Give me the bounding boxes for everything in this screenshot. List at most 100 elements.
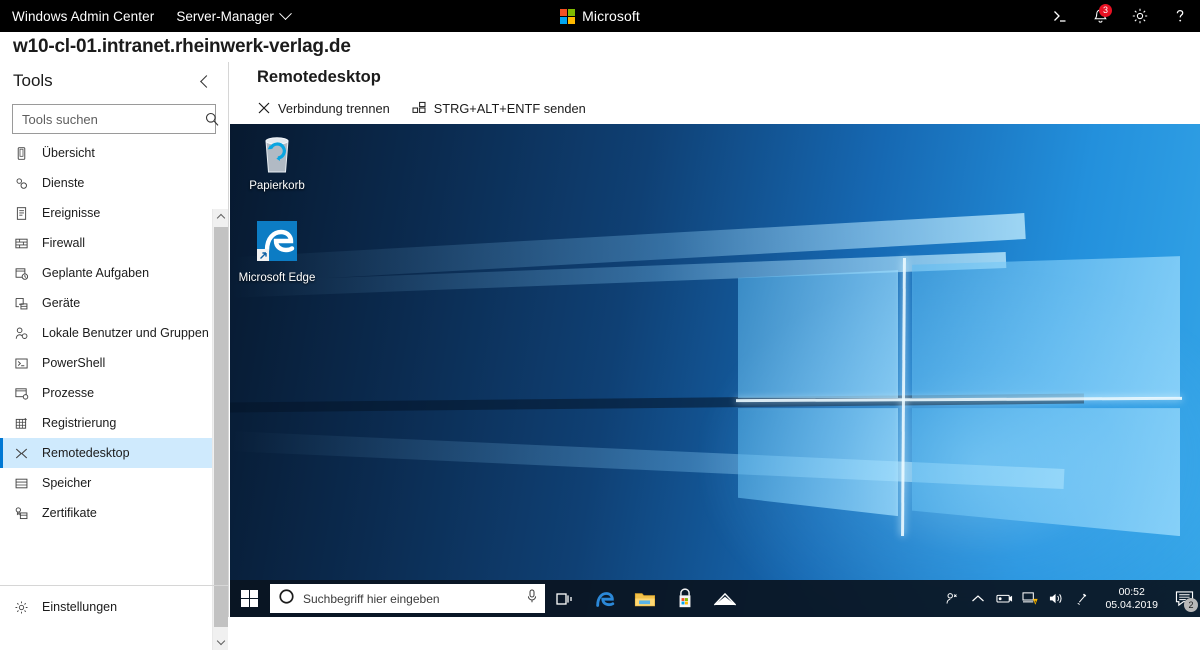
sidebar-item-label: Geplante Aufgaben	[42, 266, 150, 280]
scroll-up-arrow-icon[interactable]	[213, 209, 229, 225]
people-icon[interactable]	[939, 580, 965, 617]
disconnect-x-icon	[257, 101, 271, 115]
keyboard-keys-icon	[412, 101, 427, 115]
sidebar-item-powershell[interactable]: PowerShell	[0, 348, 228, 378]
bluetooth-pen-icon[interactable]	[1069, 580, 1095, 617]
sidebar-divider	[0, 585, 228, 586]
sidebar-title: Tools	[13, 71, 53, 90]
remote-desktop-icon	[14, 446, 40, 461]
registry-grid-icon	[14, 416, 40, 431]
volume-speaker-icon[interactable]	[1043, 580, 1069, 617]
windows-start-icon[interactable]	[230, 580, 268, 617]
desktop-icon-label: Papierkorb	[249, 180, 305, 192]
sidebar-header: Tools	[0, 62, 228, 100]
mail-icon[interactable]	[705, 580, 745, 617]
logo-pane-top-left	[738, 270, 898, 399]
sidebar-item-firewall[interactable]: Firewall	[0, 228, 228, 258]
sidebar-item-prozesse[interactable]: Prozesse	[0, 378, 228, 408]
settings-gear-icon	[14, 600, 40, 615]
disconnect-button-label: Verbindung trennen	[278, 100, 390, 116]
sidebar-item-lokale-benutzer-und-gruppen[interactable]: Lokale Benutzer und Gruppen	[0, 318, 228, 348]
cortana-circle-icon	[278, 588, 295, 610]
sidebar-item-geraete[interactable]: Geräte	[0, 288, 228, 318]
sidebar-scrollbar[interactable]	[212, 209, 228, 650]
clock-time: 00:52	[1118, 585, 1145, 598]
sidebar-item-remotedesktop[interactable]: Remotedesktop	[0, 438, 228, 468]
taskbar-search[interactable]: Suchbegriff hier eingeben	[270, 584, 545, 613]
sidebar-item-label: Ereignisse	[42, 206, 101, 220]
search-input[interactable]	[13, 111, 204, 127]
services-gears-icon	[14, 176, 40, 191]
sidebar-collapse-button[interactable]	[194, 70, 216, 92]
scheduled-tasks-clock-icon	[14, 266, 40, 281]
main-content: Remotedesktop Verbindung trennen STRG+AL…	[230, 62, 1200, 617]
sidebar-item-zertifikate[interactable]: Zertifikate	[0, 498, 228, 528]
app-top-bar: Windows Admin Center Server-Manager Micr…	[0, 0, 1200, 32]
disconnect-button[interactable]: Verbindung trennen	[257, 101, 390, 116]
notifications-bell-icon[interactable]: 3	[1080, 0, 1120, 32]
taskbar-clock[interactable]: 00:52 05.04.2019	[1095, 586, 1168, 612]
scrollbar-thumb[interactable]	[214, 227, 228, 627]
desktop-icon-papierkorb[interactable]: Papierkorb	[236, 132, 318, 192]
sidebar-item-speicher[interactable]: Speicher	[0, 468, 228, 498]
microsoft-edge-icon[interactable]	[585, 580, 625, 617]
app-brand-title: Windows Admin Center	[12, 8, 155, 24]
microphone-icon[interactable]	[525, 588, 539, 609]
system-tray: 00:52 05.04.2019 2	[939, 580, 1200, 617]
certificates-icon	[14, 506, 40, 521]
events-list-icon	[14, 206, 40, 221]
sidebar-item-label: Zertifikate	[42, 506, 97, 520]
scroll-down-arrow-icon[interactable]	[213, 634, 229, 650]
module-selector[interactable]: Server-Manager	[176, 6, 292, 24]
logo-edge-vertical	[901, 258, 906, 537]
logo-pane-top-right	[912, 256, 1180, 399]
tools-sidebar: Tools Übersicht Dienste	[0, 62, 229, 650]
show-hidden-icons-chevron-icon[interactable]	[965, 580, 991, 617]
sidebar-item-label: Übersicht	[42, 146, 95, 160]
desktop-icon-microsoft-edge[interactable]: Microsoft Edge	[236, 219, 318, 284]
sidebar-item-dienste[interactable]: Dienste	[0, 168, 228, 198]
sidebar-item-label: Registrierung	[42, 416, 117, 430]
sidebar-item-geplante-aufgaben[interactable]: Geplante Aufgaben	[0, 258, 228, 288]
file-explorer-icon[interactable]	[625, 580, 665, 617]
notifications-badge: 3	[1099, 4, 1112, 17]
sidebar-item-label: Einstellungen	[42, 600, 118, 614]
send-ctrl-alt-del-button[interactable]: STRG+ALT+ENTF senden	[412, 101, 586, 116]
local-users-groups-icon	[14, 326, 40, 341]
help-question-icon[interactable]	[1160, 0, 1200, 32]
tools-search[interactable]	[12, 104, 219, 134]
sidebar-item-label: Geräte	[42, 296, 81, 310]
desktop-icon-label: Microsoft Edge	[238, 272, 316, 284]
page-title: w10-cl-01.intranet.rheinwerk-verlag.de	[0, 32, 1200, 62]
sidebar-item-label: Firewall	[42, 236, 86, 250]
taskbar-search-placeholder: Suchbegriff hier eingeben	[303, 591, 440, 606]
recycle-bin-icon	[257, 132, 297, 176]
search-icon[interactable]	[204, 111, 220, 127]
sidebar-item-ereignisse[interactable]: Ereignisse	[0, 198, 228, 228]
logo-pane-bottom-left	[738, 408, 898, 517]
microsoft-wordmark: Microsoft	[582, 8, 640, 24]
sidebar-item-label: PowerShell	[42, 356, 106, 370]
topbar-actions: 3	[1040, 0, 1200, 32]
action-center-badge: 2	[1184, 598, 1198, 612]
microsoft-logo-icon	[560, 8, 576, 24]
overview-icon	[14, 146, 40, 161]
sidebar-item-registrierung[interactable]: Registrierung	[0, 408, 228, 438]
remote-desktop-canvas[interactable]: Papierkorb Microsoft Edge Suchbegriff hi…	[230, 124, 1200, 617]
firewall-bricks-icon	[14, 236, 40, 251]
chevron-down-icon	[278, 6, 292, 20]
sidebar-item-label: Remotedesktop	[42, 446, 130, 460]
clock-date: 05.04.2019	[1105, 598, 1158, 611]
action-center-icon[interactable]: 2	[1168, 580, 1200, 617]
processes-icon	[14, 386, 40, 401]
tool-title: Remotedesktop	[257, 68, 381, 86]
settings-gear-icon[interactable]	[1120, 0, 1160, 32]
removable-media-icon[interactable]	[991, 580, 1017, 617]
microsoft-store-icon[interactable]	[665, 580, 705, 617]
powershell-icon[interactable]	[1040, 0, 1080, 32]
sidebar-item-uebersicht[interactable]: Übersicht	[0, 138, 228, 168]
storage-disks-icon	[14, 476, 40, 491]
network-warning-icon[interactable]	[1017, 580, 1043, 617]
task-view-icon[interactable]	[545, 580, 585, 617]
sidebar-item-einstellungen[interactable]: Einstellungen	[0, 592, 228, 622]
